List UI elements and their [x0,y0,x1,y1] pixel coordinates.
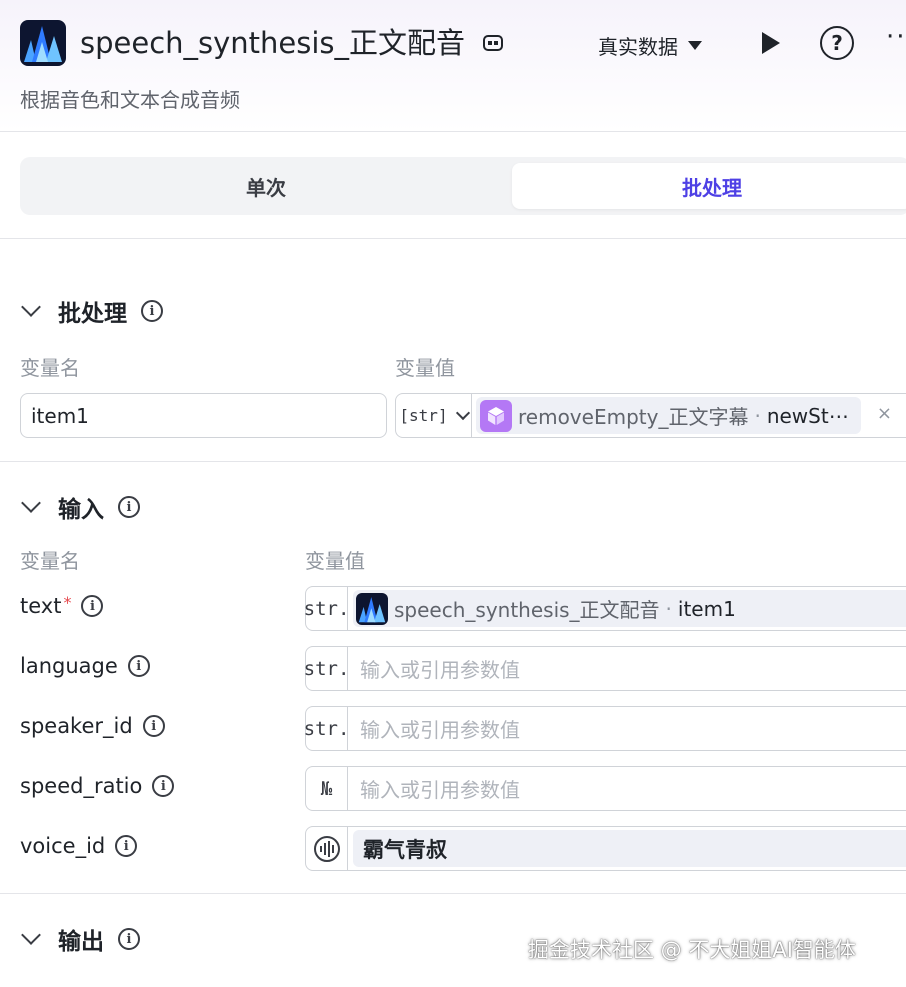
param-placeholder[interactable]: 输入或引用参数值 [348,654,520,683]
batch-var-name-input[interactable]: item1 [20,393,387,438]
help-button[interactable]: ? [820,26,854,60]
batch-var-name-value: item1 [31,403,89,428]
param-name: voice_id [20,834,106,858]
param-label-text: text * i [20,592,104,618]
type-select[interactable]: [str] [396,394,472,437]
batch-var-value-field[interactable]: [str] removeEmpty_正文字幕 · newSt⋯ × [395,393,906,438]
waveform-logo-icon [20,20,66,66]
run-button[interactable] [760,30,782,56]
string-type-icon: str. [304,587,349,630]
string-type-icon: str. [304,647,349,690]
param-name: text [20,594,62,618]
param-name: speaker_id [20,714,133,738]
reference-separator: · [665,596,672,621]
tab-batch[interactable]: 批处理 [512,163,906,209]
node-description: 根据音色和文本合成音频 [20,88,240,112]
param-placeholder[interactable]: 输入或引用参数值 [348,714,520,743]
more-menu-button[interactable]: ·· [886,22,906,52]
waveform-node-icon [356,592,388,625]
node-header: speech_synthesis_正文配音 真实数据 ? ·· 根据音色和文本合… [0,0,906,132]
caret-down-icon [688,40,702,50]
param-name: speed_ratio [20,774,143,798]
divider [0,238,906,239]
node-title: speech_synthesis_正文配音 [80,26,466,60]
array-string-type-icon: [str] [399,406,448,425]
reference-field-name: item1 [677,596,736,621]
info-icon[interactable]: i [127,655,150,677]
chevron-down-icon[interactable] [21,297,41,317]
reference-node-name: speech_synthesis_正文配音 [394,598,660,622]
info-icon[interactable]: i [118,496,140,518]
close-icon[interactable]: × [877,403,892,424]
input-section-title: 输入 [58,497,104,523]
info-icon[interactable]: i [142,715,165,737]
cube-node-icon [480,399,512,432]
data-mode-label: 真实数据 [598,34,678,59]
col-label-name: 变量名 [20,549,80,573]
param-label-speed-ratio: speed_ratio i [20,774,175,798]
number-type-icon: № [306,767,348,810]
input-section-header[interactable]: 输入 i [20,490,140,524]
text-param-field[interactable]: str. speech_synthesis_正文配音 · item1 [304,586,906,631]
param-placeholder[interactable]: 输入或引用参数值 [348,774,520,803]
required-marker: * [63,592,72,612]
batch-section-header[interactable]: 批处理 i [20,294,163,328]
info-icon[interactable]: i [118,928,140,950]
param-label-language: language i [20,654,150,678]
voice-id-param-field[interactable]: 霸气青叔 [305,826,906,871]
watermark: 掘金技术社区 @ 不大姐姐AI智能体 [528,938,856,962]
col-label-value: 变量值 [305,549,365,573]
info-icon[interactable]: i [152,775,175,797]
reference-chip[interactable]: speech_synthesis_正文配音 · item1 [353,590,906,627]
voice-select-value[interactable]: 霸气青叔 [353,830,906,867]
voice-icon [306,827,348,870]
reference-chip[interactable]: removeEmpty_正文字幕 · newSt⋯ [476,397,861,434]
run-mode-tabs: 单次 批处理 [20,157,906,215]
play-icon [762,32,780,54]
divider [0,461,906,462]
reference-field-name: newSt⋯ [766,403,849,428]
question-icon: ? [831,31,843,55]
string-type-icon: str. [304,707,349,750]
chevron-down-icon [455,405,470,420]
output-section-header[interactable]: 输出 i [20,922,140,956]
speed-ratio-param-field[interactable]: № 输入或引用参数值 [305,766,906,811]
tab-single[interactable]: 单次 [26,163,506,209]
chevron-down-icon[interactable] [21,493,41,513]
info-icon[interactable]: i [141,300,163,322]
copy-id-icon[interactable] [482,32,504,54]
reference-node-name: removeEmpty_正文字幕 [518,405,749,429]
param-label-speaker-id: speaker_id i [20,714,165,738]
chevron-down-icon[interactable] [21,925,41,945]
col-label-value: 变量值 [395,356,455,380]
speaker-id-param-field[interactable]: str. 输入或引用参数值 [304,706,906,751]
info-icon[interactable]: i [115,835,138,857]
output-section-title: 输出 [58,929,104,955]
reference-separator: · [754,403,761,428]
param-label-voice-id: voice_id i [20,834,138,858]
language-param-field[interactable]: str. 输入或引用参数值 [304,646,906,691]
param-name: language [20,654,118,678]
divider [0,893,906,894]
info-icon[interactable]: i [81,595,104,617]
data-mode-select[interactable]: 真实数据 [598,30,702,60]
batch-section-title: 批处理 [58,301,127,327]
col-label-name: 变量名 [20,356,80,380]
